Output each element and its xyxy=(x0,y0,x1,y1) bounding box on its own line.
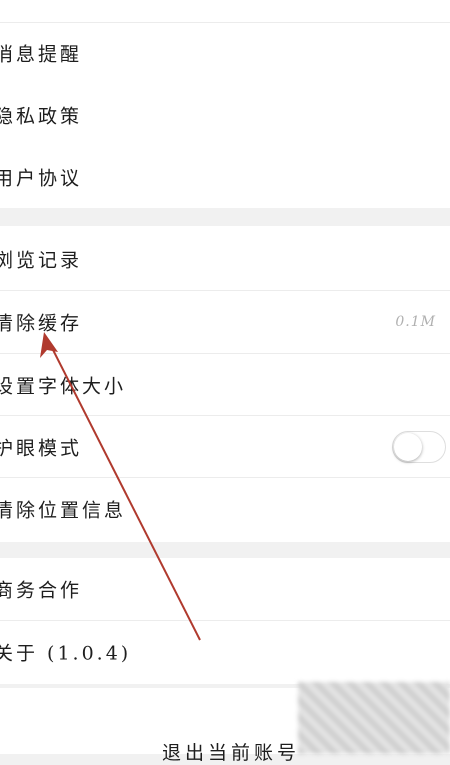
settings-item-clear-cache[interactable]: 清除缓存 0.1M xyxy=(0,291,450,353)
settings-item-font-size[interactable]: 设置字体大小 xyxy=(0,354,450,416)
settings-item-privacy-policy[interactable]: 隐私政策 xyxy=(0,84,450,146)
settings-item-clear-location[interactable]: 清除位置信息 xyxy=(0,478,450,540)
settings-group-middle: 浏览记录 清除缓存 0.1M 设置字体大小 护眼模式 清除位置信息 xyxy=(0,226,450,542)
toggle-knob xyxy=(394,433,422,461)
settings-item-label: 用户协议 xyxy=(0,167,83,190)
settings-item-label: 设置字体大小 xyxy=(0,375,127,398)
cache-size-value: 0.1M xyxy=(395,314,436,330)
settings-item-label: 关于 (1.0.4) xyxy=(0,642,132,665)
settings-item-label: 商务合作 xyxy=(0,579,83,602)
settings-item-eye-care-mode[interactable]: 护眼模式 xyxy=(0,416,450,478)
settings-item-label: 清除位置信息 xyxy=(0,499,127,522)
settings-item-label: 浏览记录 xyxy=(0,249,83,272)
settings-item-browse-history[interactable]: 浏览记录 xyxy=(0,228,450,290)
settings-group-top: 消息提醒 隐私政策 用户协议 xyxy=(0,0,450,208)
settings-item-notifications[interactable]: 消息提醒 xyxy=(0,22,450,84)
settings-item-label: 隐私政策 xyxy=(0,105,83,128)
settings-item-business-cooperation[interactable]: 商务合作 xyxy=(0,558,450,620)
logout-label: 退出当前账号 xyxy=(162,742,301,764)
settings-group-bottom: 商务合作 关于 (1.0.4) xyxy=(0,558,450,684)
settings-item-user-agreement[interactable]: 用户协议 xyxy=(0,146,450,208)
eye-care-toggle[interactable] xyxy=(392,431,446,463)
settings-item-label: 消息提醒 xyxy=(0,43,83,66)
settings-item-about[interactable]: 关于 (1.0.4) xyxy=(0,621,450,683)
settings-item-label: 护眼模式 xyxy=(0,437,83,460)
settings-item-label: 清除缓存 xyxy=(0,312,83,335)
blurred-region xyxy=(298,682,450,754)
